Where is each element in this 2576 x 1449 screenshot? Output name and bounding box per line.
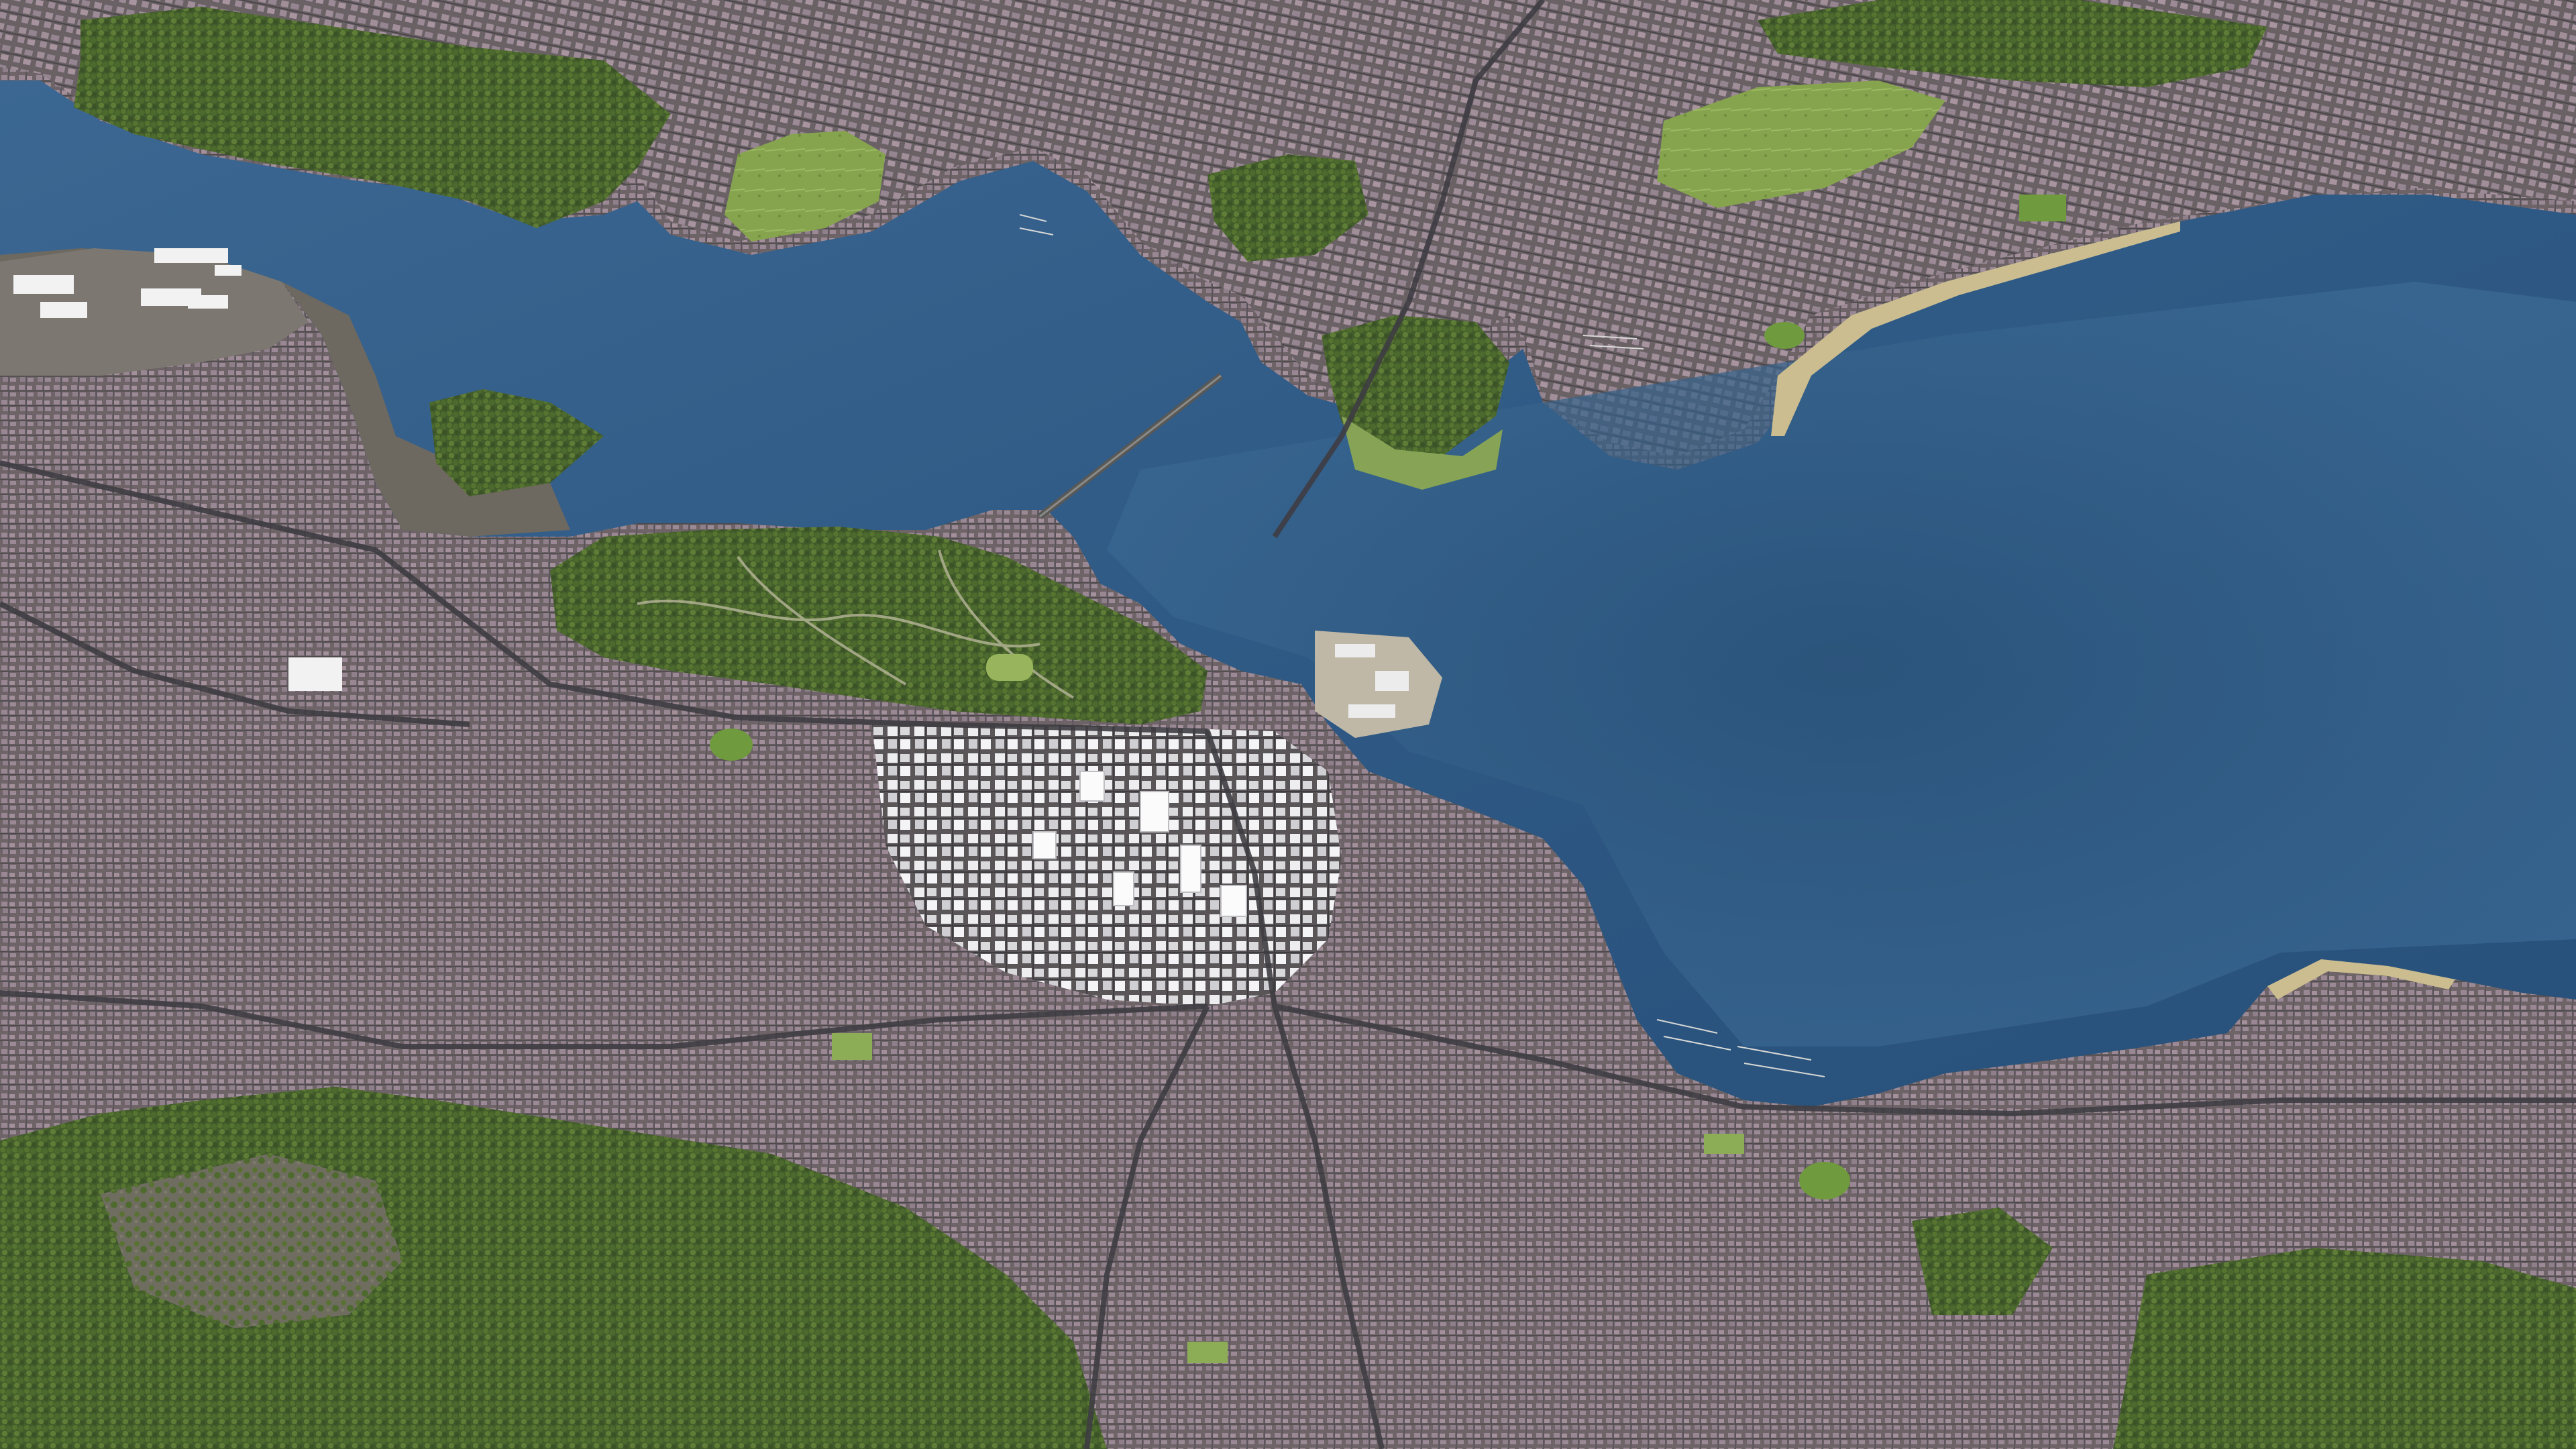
south-east-forest [2113, 1248, 2576, 1449]
map-viewport[interactable] [0, 0, 2576, 1449]
sports-oval [1799, 1162, 1850, 1199]
aerial-city-map[interactable] [0, 0, 2576, 1449]
arena [288, 657, 342, 691]
hill-park-oval [986, 654, 1033, 681]
